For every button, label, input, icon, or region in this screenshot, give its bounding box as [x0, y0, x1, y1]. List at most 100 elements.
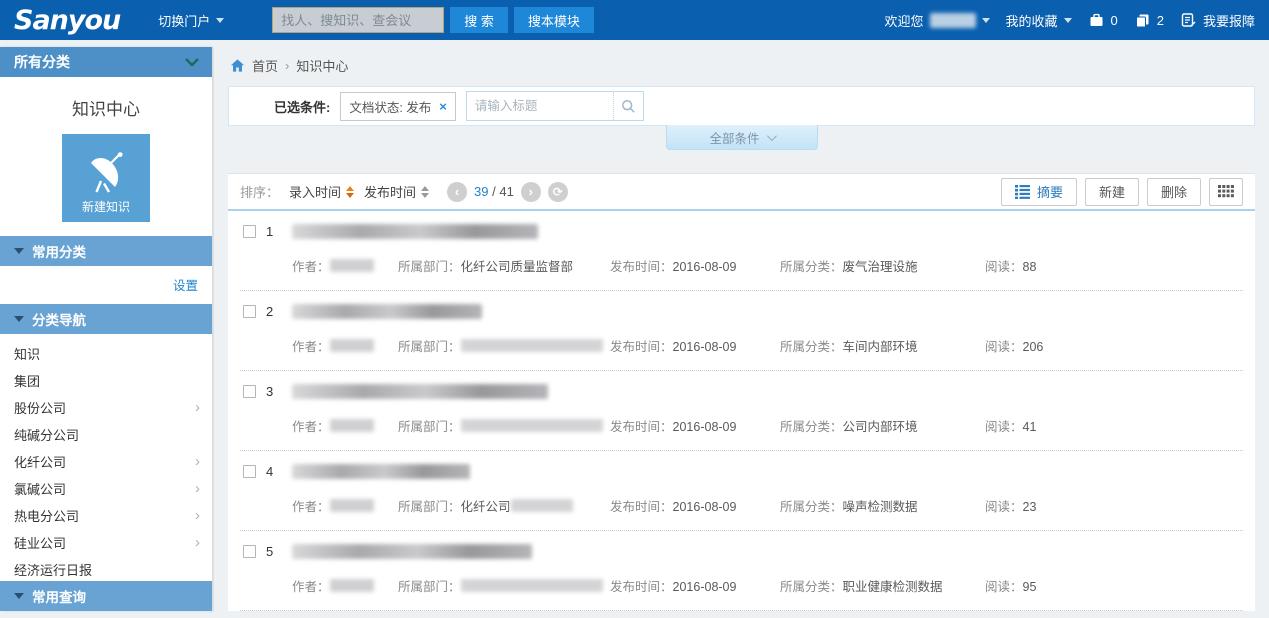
all-categories-header[interactable]: 所有分类 [0, 47, 212, 77]
sort-option-label: 发布时间 [364, 182, 416, 201]
sidebar-item-group[interactable]: 集团 [0, 367, 212, 394]
portal-switch-dropdown[interactable]: 切换门户 [158, 11, 224, 30]
publish-date-label: 发布时间： [610, 500, 673, 514]
sidebar-item-knowledge[interactable]: 知识 [0, 340, 212, 367]
publish-date-label: 发布时间： [610, 420, 673, 434]
title-redacted[interactable] [292, 224, 538, 239]
department-redacted [511, 499, 573, 512]
triangle-down-icon [14, 593, 24, 599]
search-icon[interactable] [613, 92, 643, 120]
close-icon[interactable]: × [439, 99, 447, 114]
publish-date-value: 2016-08-09 [673, 260, 737, 274]
nav-item-label: 集团 [14, 371, 40, 390]
row-checkbox[interactable] [243, 545, 256, 558]
sidebar-item-thermal-power[interactable]: 热电分公司 › [0, 502, 212, 529]
reads-label: 阅读： [985, 260, 1023, 274]
report-issue[interactable]: 我要报障 [1180, 11, 1255, 30]
all-conditions-tab[interactable]: 全部条件 [666, 125, 818, 150]
sidebar-item-soda-branch[interactable]: 纯碱分公司 [0, 421, 212, 448]
refresh-button[interactable]: ⟳ [548, 182, 568, 202]
row-checkbox[interactable] [243, 465, 256, 478]
create-button[interactable]: 新建 [1085, 178, 1139, 206]
filter-tag-doc-status: 文档状态: 发布 × [340, 92, 456, 121]
nav-item-label: 氯碱公司 [14, 479, 66, 498]
nav-item-label: 股份公司 [14, 398, 66, 417]
common-query-section-header[interactable]: 常用查询 [0, 581, 212, 611]
chevron-down-icon [184, 57, 200, 67]
next-page-button[interactable]: › [521, 182, 541, 202]
welcome-user-dropdown[interactable]: 欢迎您 [884, 11, 989, 30]
publish-date-value: 2016-08-09 [673, 580, 737, 594]
documents-counter[interactable]: 2 [1134, 12, 1164, 29]
global-search-input[interactable] [272, 7, 444, 33]
list-item[interactable]: 5 作者： 所属部门： 发布时间：2016-08-09 所属分类：职业健康检测数… [240, 531, 1243, 611]
chevron-right-icon: › [195, 481, 200, 496]
category-value: 职业健康检测数据 [843, 580, 943, 594]
nav-item-label: 热电分公司 [14, 506, 79, 525]
documents-icon [1134, 12, 1151, 29]
list-item[interactable]: 1 作者： 所属部门：化纤公司质量监督部 发布时间：2016-08-09 所属分… [240, 211, 1243, 291]
sort-arrows-icon [421, 186, 429, 198]
department-redacted [461, 419, 603, 432]
search-button[interactable]: 搜 索 [450, 7, 508, 33]
chevron-right-icon: › [195, 535, 200, 550]
breadcrumb: 首页 › 知识中心 [214, 40, 1269, 82]
category-value: 公司内部环境 [843, 420, 918, 434]
title-redacted[interactable] [292, 304, 482, 319]
chevron-down-icon [982, 18, 990, 23]
settings-link[interactable]: 设置 [173, 279, 198, 293]
nav-item-label: 化纤公司 [14, 452, 66, 471]
publish-date-label: 发布时间： [610, 340, 673, 354]
list-item[interactable]: 3 作者： 所属部门： 发布时间：2016-08-09 所属分类：公司内部环境 … [240, 371, 1243, 451]
module-search-button[interactable]: 搜本模块 [514, 7, 594, 33]
author-label: 作者： [292, 576, 330, 595]
list-item[interactable]: 2 作者： 所属部门： 发布时间：2016-08-09 所属分类：车间内部环境 … [240, 291, 1243, 371]
category-label: 所属分类： [780, 420, 843, 434]
publish-date-value: 2016-08-09 [673, 420, 737, 434]
reads-value: 23 [1023, 500, 1037, 514]
reads-label: 阅读： [985, 340, 1023, 354]
sort-by-entry-time[interactable]: 录入时间 [289, 182, 354, 201]
doc-count: 2 [1157, 13, 1164, 28]
reads-label: 阅读： [985, 580, 1023, 594]
nav-item-label: 知识 [14, 344, 40, 363]
row-checkbox[interactable] [243, 225, 256, 238]
publish-date-value: 2016-08-09 [673, 500, 737, 514]
author-label: 作者： [292, 416, 330, 435]
prev-page-button[interactable]: ‹ [447, 182, 467, 202]
sidebar-item-chemical-fiber[interactable]: 化纤公司 › [0, 448, 212, 475]
grid-view-button[interactable] [1209, 178, 1243, 206]
category-nav-section-header[interactable]: 分类导航 [0, 304, 212, 334]
sidebar-item-economic-daily[interactable]: 经济运行日报 [0, 556, 212, 583]
row-checkbox[interactable] [243, 385, 256, 398]
delete-button[interactable]: 删除 [1147, 178, 1201, 206]
title-search-input[interactable] [467, 99, 613, 113]
top-right-menu: 欢迎您 我的收藏 0 2 我要报障 [884, 11, 1255, 30]
list-item[interactable]: 4 作者： 所属部门：化纤公司 发布时间：2016-08-09 所属分类：噪声检… [240, 451, 1243, 531]
sort-by-publish-time[interactable]: 发布时间 [364, 182, 429, 201]
title-redacted[interactable] [292, 464, 470, 479]
favorites-dropdown[interactable]: 我的收藏 [1006, 11, 1072, 30]
breadcrumb-home[interactable]: 首页 [252, 56, 278, 75]
common-query-label: 常用查询 [32, 586, 86, 606]
category-nav-list: 知识 集团 股份公司 › 纯碱分公司 化纤公司 › 氯碱公司 › 热电分公司 ›… [0, 334, 212, 583]
common-categories-section-header[interactable]: 常用分类 [0, 236, 212, 266]
title-redacted[interactable] [292, 384, 548, 399]
sidebar-item-chlor-alkali[interactable]: 氯碱公司 › [0, 475, 212, 502]
sidebar-item-stock-company[interactable]: 股份公司 › [0, 394, 212, 421]
row-checkbox[interactable] [243, 305, 256, 318]
welcome-label: 欢迎您 [884, 11, 923, 30]
todo-counter[interactable]: 0 [1088, 12, 1118, 29]
department-label: 所属部门： [398, 416, 461, 435]
toolbar-actions: 摘要 新建 删除 [1001, 178, 1243, 206]
sidebar-item-silicon[interactable]: 硅业公司 › [0, 529, 212, 556]
summary-view-button[interactable]: 摘要 [1001, 178, 1077, 206]
new-knowledge-tile[interactable]: 新建知识 [62, 134, 150, 222]
category-value: 车间内部环境 [843, 340, 918, 354]
author-redacted [330, 259, 374, 272]
triangle-down-icon [14, 316, 24, 322]
list-view-icon [1015, 185, 1030, 199]
author-redacted [330, 419, 374, 432]
author-redacted [330, 339, 374, 352]
title-redacted[interactable] [292, 544, 532, 559]
